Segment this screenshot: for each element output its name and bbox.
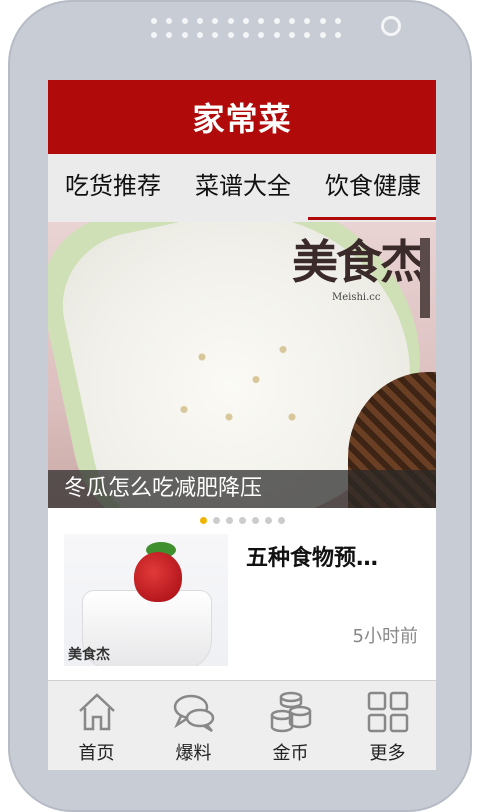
banner-image-seeds — [148, 312, 328, 462]
nav-coins-label: 金币 — [272, 743, 309, 764]
nav-more[interactable]: 更多 — [339, 681, 436, 770]
pager-dot[interactable] — [251, 516, 259, 524]
nav-home-label: 首页 — [78, 743, 115, 764]
banner-pager — [48, 508, 436, 532]
coins-icon — [270, 691, 311, 733]
pager-dot[interactable] — [238, 516, 246, 524]
watermark-seal — [420, 238, 430, 318]
nav-baoliao-label: 爆料 — [175, 743, 212, 764]
tab-caipu-daquan[interactable]: 菜谱大全 — [178, 154, 308, 222]
featured-banner[interactable]: 美食杰 Meishi.cc 冬瓜怎么吃减肥降压 — [48, 222, 436, 508]
app-title: 家常菜 — [192, 100, 292, 138]
title-bar: 家常菜 — [48, 80, 436, 154]
banner-caption: 冬瓜怎么吃减肥降压 — [48, 470, 436, 508]
chat-bubbles-icon — [173, 694, 214, 733]
pager-dot[interactable] — [212, 516, 220, 524]
nav-coins[interactable]: 金币 — [242, 681, 339, 770]
thumbnail-watermark: 美食杰 — [68, 647, 110, 663]
pager-dot[interactable] — [277, 516, 285, 524]
article-thumbnail: 美食杰 — [64, 534, 228, 666]
pager-dot[interactable] — [264, 516, 272, 524]
bottom-navigation: 首页 爆料 金币 更多 — [48, 680, 436, 770]
tab-chihuo-tuijian[interactable]: 吃货推荐 — [48, 154, 178, 222]
camera-icon — [381, 16, 401, 36]
banner-watermark-logo: 美食杰 Meishi.cc — [292, 232, 432, 332]
article-title: 五种食物预… — [246, 546, 379, 571]
pager-dot-active[interactable] — [199, 516, 207, 524]
category-tabs: 吃货推荐 菜谱大全 饮食健康 — [48, 154, 436, 222]
nav-home[interactable]: 首页 — [48, 681, 145, 770]
speaker-grille — [151, 18, 341, 38]
grid-icon — [367, 691, 408, 733]
app-screen: 家常菜 吃货推荐 菜谱大全 饮食健康 美食杰 Meishi.cc 冬瓜怎么吃减肥… — [48, 80, 436, 770]
home-icon — [78, 693, 115, 731]
article-timestamp: 5小时前 — [352, 626, 418, 647]
nav-more-label: 更多 — [369, 743, 406, 764]
pager-dot[interactable] — [225, 516, 233, 524]
nav-baoliao[interactable]: 爆料 — [145, 681, 242, 770]
watermark-url: Meishi.cc — [332, 292, 381, 303]
watermark-text: 美食杰 — [292, 235, 426, 289]
tab-yinshi-jiankang[interactable]: 饮食健康 — [308, 154, 436, 222]
thumbnail-strawberry — [134, 552, 182, 602]
